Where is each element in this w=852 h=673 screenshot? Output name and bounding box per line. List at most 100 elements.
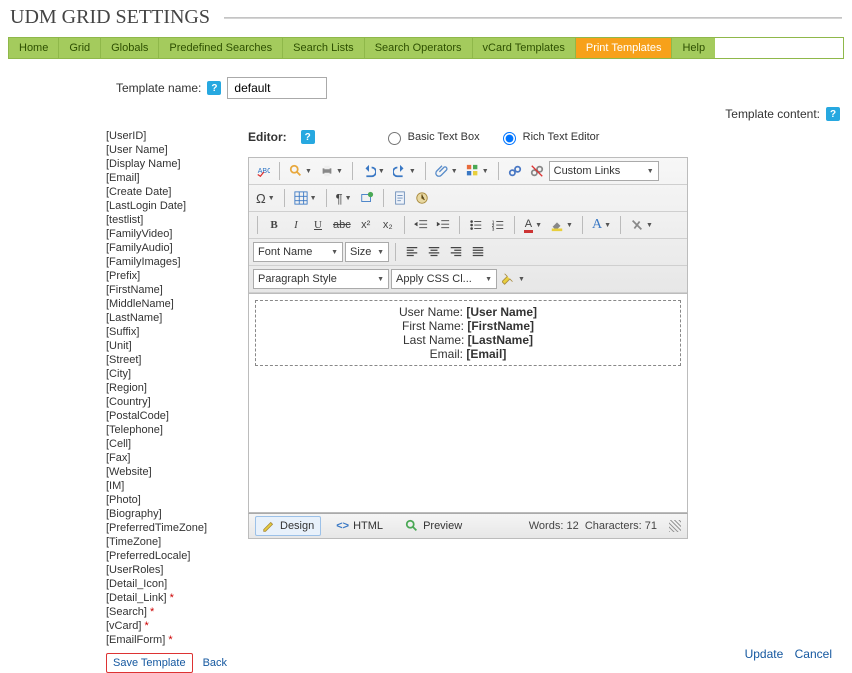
strikethrough-icon[interactable]: abc [330, 215, 354, 235]
css-class-dropdown[interactable]: Apply CSS Cl...▼ [391, 269, 497, 289]
attachment-icon[interactable]: ▼ [432, 161, 461, 181]
align-right-icon[interactable] [446, 242, 466, 262]
save-template-button[interactable]: Save Template [106, 653, 193, 673]
field-token[interactable]: [LastName] [106, 311, 226, 325]
field-token[interactable]: [Prefix] [106, 269, 226, 283]
indent-icon[interactable] [433, 215, 453, 235]
field-token[interactable]: [FamilyVideo] [106, 227, 226, 241]
field-token[interactable]: [Photo] [106, 493, 226, 507]
tab-home[interactable]: Home [9, 38, 59, 58]
page-icon[interactable] [390, 188, 410, 208]
field-token[interactable]: [Detail_Link] [106, 591, 226, 605]
field-token[interactable]: [Region] [106, 381, 226, 395]
link-icon[interactable] [505, 161, 525, 181]
field-token[interactable]: [Unit] [106, 339, 226, 353]
field-token[interactable]: [Cell] [106, 437, 226, 451]
help-icon[interactable]: ? [826, 107, 840, 121]
field-token[interactable]: [IM] [106, 479, 226, 493]
date-icon[interactable] [412, 188, 432, 208]
resize-grip-icon[interactable] [669, 520, 681, 532]
paragraph-icon[interactable]: ¶▼ [333, 188, 355, 208]
field-token[interactable]: [MiddleName] [106, 297, 226, 311]
field-token[interactable]: [PreferredTimeZone] [106, 521, 226, 535]
tab-search-lists[interactable]: Search Lists [283, 38, 365, 58]
field-token[interactable]: [Suffix] [106, 325, 226, 339]
field-token[interactable]: [EmailForm] [106, 633, 226, 647]
number-list-icon[interactable]: 123 [488, 215, 508, 235]
unlink-icon[interactable] [527, 161, 547, 181]
bullet-list-icon[interactable] [466, 215, 486, 235]
update-link[interactable]: Update [745, 647, 784, 661]
field-token[interactable]: [Fax] [106, 451, 226, 465]
align-center-icon[interactable] [424, 242, 444, 262]
radio-basic-text[interactable]: Basic Text Box [383, 129, 480, 145]
editor-canvas[interactable]: User Name: [User Name]First Name: [First… [248, 293, 688, 513]
underline-icon[interactable]: U [308, 215, 328, 235]
field-token[interactable]: [LastLogin Date] [106, 199, 226, 213]
field-token[interactable]: [FirstName] [106, 283, 226, 297]
mode-preview[interactable]: Preview [398, 516, 469, 536]
help-icon[interactable]: ? [301, 130, 315, 144]
backcolor-icon[interactable]: ▼ [547, 215, 576, 235]
field-token[interactable]: [Website] [106, 465, 226, 479]
field-token[interactable]: [UserID] [106, 129, 226, 143]
table-icon[interactable]: ▼ [291, 188, 320, 208]
font-name-dropdown[interactable]: Font Name▼ [253, 242, 343, 262]
field-token[interactable]: [Street] [106, 353, 226, 367]
field-token[interactable]: [Biography] [106, 507, 226, 521]
field-token[interactable]: [FamilyAudio] [106, 241, 226, 255]
print-icon[interactable]: ▼ [317, 161, 346, 181]
paragraph-style-dropdown[interactable]: Paragraph Style▼ [253, 269, 389, 289]
tab-predefined-searches[interactable]: Predefined Searches [159, 38, 283, 58]
help-icon[interactable]: ? [207, 81, 221, 95]
superscript-icon[interactable]: x² [356, 215, 376, 235]
field-token[interactable]: [City] [106, 367, 226, 381]
field-token[interactable]: [PreferredLocale] [106, 549, 226, 563]
field-token[interactable]: [TimeZone] [106, 535, 226, 549]
font-style-icon[interactable]: A▼ [589, 215, 614, 235]
template-name-input[interactable] [227, 77, 327, 99]
custom-links-dropdown[interactable]: Custom Links▼ [549, 161, 659, 181]
back-link[interactable]: Back [203, 656, 227, 670]
align-left-icon[interactable] [402, 242, 422, 262]
field-token[interactable]: [UserRoles] [106, 563, 226, 577]
tab-print-templates[interactable]: Print Templates [576, 38, 673, 58]
subscript-icon[interactable]: x₂ [378, 215, 398, 235]
tab-globals[interactable]: Globals [101, 38, 159, 58]
mode-html[interactable]: <>HTML [329, 517, 390, 535]
cancel-link[interactable]: Cancel [795, 647, 832, 661]
field-token[interactable]: [Email] [106, 171, 226, 185]
field-token[interactable]: [testlist] [106, 213, 226, 227]
radio-rich-text[interactable]: Rich Text Editor [498, 129, 600, 145]
tab-help[interactable]: Help [672, 38, 715, 58]
redo-icon[interactable]: ▼ [390, 161, 419, 181]
font-size-dropdown[interactable]: Size▼ [345, 242, 389, 262]
module-icon[interactable]: ▼ [463, 161, 492, 181]
spellcheck-icon[interactable]: ABC [253, 161, 273, 181]
field-token[interactable]: [FamilyImages] [106, 255, 226, 269]
italic-icon[interactable]: I [286, 215, 306, 235]
symbol-icon[interactable]: Ω▼ [253, 188, 278, 208]
field-token[interactable]: [Create Date] [106, 185, 226, 199]
field-token[interactable]: [Country] [106, 395, 226, 409]
forecolor-icon[interactable]: A▼ [521, 215, 545, 235]
align-justify-icon[interactable] [468, 242, 488, 262]
field-token[interactable]: [Telephone] [106, 423, 226, 437]
find-icon[interactable]: ▼ [286, 161, 315, 181]
field-token[interactable]: [PostalCode] [106, 409, 226, 423]
mode-design[interactable]: Design [255, 516, 321, 536]
undo-icon[interactable]: ▼ [359, 161, 388, 181]
field-token[interactable]: [User Name] [106, 143, 226, 157]
format-painter-icon[interactable]: ▼ [499, 269, 528, 289]
field-token[interactable]: [vCard] [106, 619, 226, 633]
bold-icon[interactable]: B [264, 215, 284, 235]
tab-grid[interactable]: Grid [59, 38, 101, 58]
field-token[interactable]: [Display Name] [106, 157, 226, 171]
tab-search-operators[interactable]: Search Operators [365, 38, 473, 58]
clear-format-icon[interactable]: ▼ [627, 215, 656, 235]
tab-vcard-templates[interactable]: vCard Templates [473, 38, 576, 58]
field-token[interactable]: [Detail_Icon] [106, 577, 226, 591]
outdent-icon[interactable] [411, 215, 431, 235]
field-token[interactable]: [Search] [106, 605, 226, 619]
new-window-icon[interactable] [357, 188, 377, 208]
